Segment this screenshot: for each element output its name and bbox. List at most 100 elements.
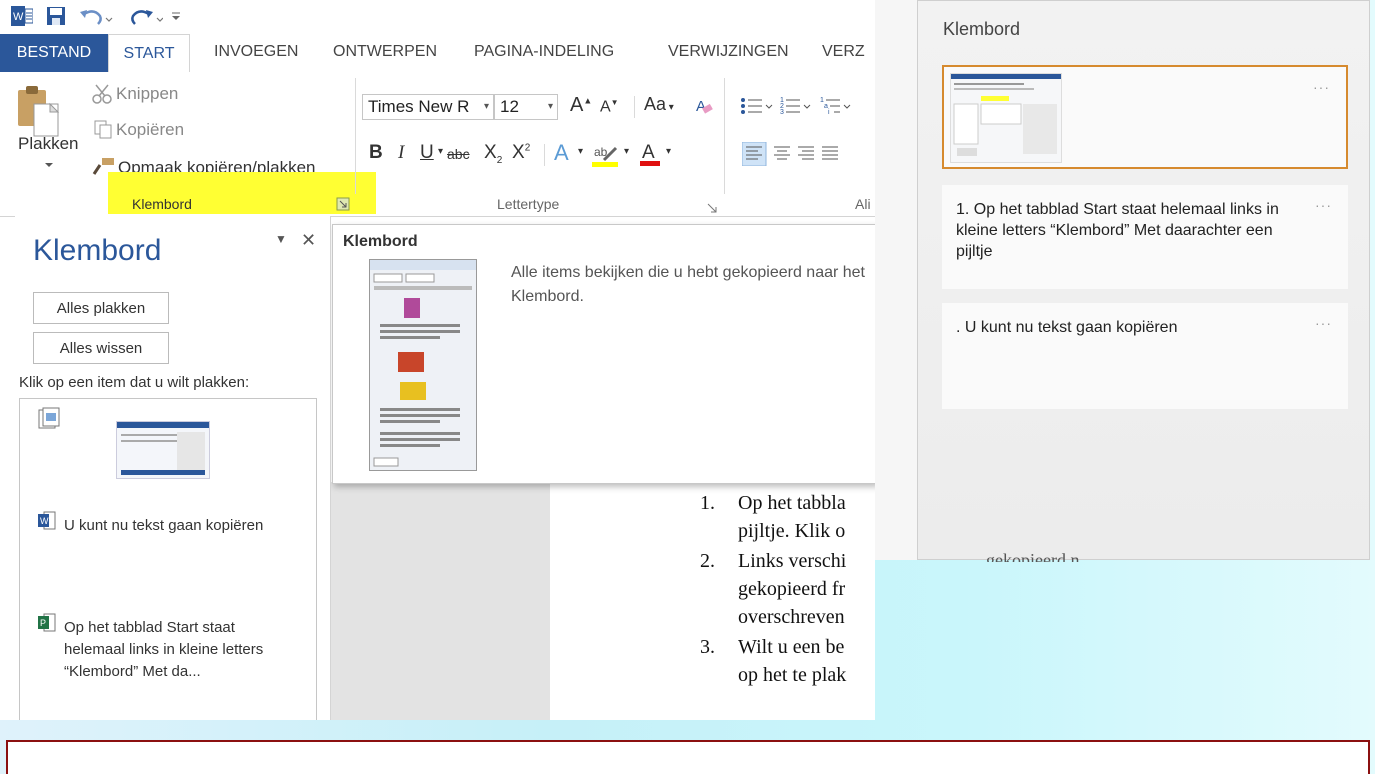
more-options-icon[interactable]: ··· [1315, 315, 1332, 331]
list-item[interactable] [116, 421, 210, 479]
text-effects-dropdown-icon[interactable]: ▾ [578, 146, 583, 157]
clipboard-group-label: Klembord [132, 196, 192, 212]
paste-all-button[interactable]: Alles plakken [33, 292, 169, 324]
tab-invoegen[interactable]: INVOEGEN [214, 43, 298, 61]
alignment-buttons [741, 141, 875, 167]
doc-line: 1. [700, 492, 715, 515]
list-buttons: 123 1ai [740, 96, 875, 118]
underlying-doc-text: gekopieerd n [986, 550, 1080, 562]
font-size-box[interactable]: 12 ▾ [494, 94, 558, 120]
clipboard-task-pane: Klembord ▼ ✕ Alles plakken Alles wissen … [15, 216, 331, 720]
font-size-value: 12 [500, 97, 519, 116]
tooltip-preview-image [369, 259, 477, 471]
font-group-label: Lettertype [497, 196, 560, 212]
word-window: W BESTAND START INVOEGEN ONTWERPEN PAGIN… [0, 0, 875, 720]
bottom-frame [6, 740, 1370, 774]
subscript-button[interactable]: X2 [484, 142, 502, 166]
undo-icon[interactable] [76, 4, 116, 28]
tab-verzendlijsten[interactable]: VERZ [822, 43, 865, 61]
font-dropdown-icon[interactable]: ▾ [484, 95, 489, 119]
font-name-value: Times New R [368, 97, 470, 116]
redo-icon[interactable] [122, 4, 164, 28]
image-item-icon [38, 407, 60, 431]
highlight-dropdown-icon[interactable]: ▾ [624, 146, 629, 157]
italic-button[interactable]: I [398, 142, 404, 164]
svg-text:W: W [40, 516, 49, 526]
doc-line: 2. [700, 550, 715, 573]
doc-line: Op het tabbla [738, 492, 846, 514]
svg-text:A: A [642, 142, 655, 163]
pane-instruction: Klik op een item dat u wilt plakken: [19, 374, 250, 391]
clear-all-button[interactable]: Alles wissen [33, 332, 169, 364]
underline-button[interactable]: U [420, 142, 434, 164]
doc-line: Wilt u een be [738, 636, 845, 658]
pane-options-icon[interactable]: ▼ [275, 232, 287, 246]
svg-text:3: 3 [780, 109, 784, 116]
tooltip-title: Klembord [343, 233, 418, 250]
more-options-icon[interactable]: ··· [1313, 79, 1330, 95]
customize-toolbar-icon[interactable] [166, 4, 186, 28]
bold-button[interactable]: B [369, 142, 383, 164]
grow-font-icon[interactable]: A▲ [570, 94, 592, 117]
strikethrough-button[interactable]: abc [447, 146, 470, 162]
save-icon[interactable] [44, 4, 68, 28]
tooltip-description: Alle items bekijken die u hebt gekopieer… [511, 264, 865, 305]
paste-icon[interactable] [14, 82, 64, 140]
highlight-color-icon[interactable]: ab [590, 142, 622, 168]
dialog-launcher-icon[interactable] [336, 197, 350, 211]
small-separator [544, 144, 545, 166]
superscript-button[interactable]: X2 [512, 142, 530, 164]
publisher-icon: P [38, 613, 56, 633]
doc-line: 3. [700, 636, 715, 659]
list-number: 3. [700, 636, 715, 658]
list-item[interactable]: Op het tabblad Start staat helemaal link… [64, 617, 264, 683]
tab-start[interactable]: START [108, 34, 190, 72]
word-icon: W [38, 511, 56, 531]
ribbon-tabs: BESTAND START INVOEGEN ONTWERPEN PAGINA-… [0, 34, 875, 72]
doc-line: op het te plak [738, 664, 847, 686]
doc-line: Links verschi [738, 550, 847, 572]
clipboard-card-text[interactable]: 1. Op het tabblad Start staat helemaal l… [942, 185, 1348, 289]
copy-button[interactable]: Kopiëren [116, 120, 184, 140]
doc-line: gekopieerd fr [738, 578, 846, 600]
doc-line: overschreven [738, 606, 845, 628]
word-logo-icon[interactable]: W [10, 4, 34, 28]
clear-formatting-icon[interactable]: A [694, 96, 714, 116]
document-page[interactable]: 1. Op het tabbla pijltje. Klik o 2. Link… [550, 482, 875, 720]
svg-text:P: P [40, 618, 46, 628]
clipboard-history-panel: Klembord ··· 1. Op het tabblad Start sta… [917, 0, 1370, 560]
card-text: . U kunt nu tekst gaan kopiëren [956, 319, 1178, 336]
more-options-icon[interactable]: ··· [1315, 197, 1332, 213]
list-item[interactable]: U kunt nu tekst gaan kopiëren [64, 515, 284, 537]
paste-button[interactable]: Plakken [18, 134, 78, 154]
font-color-icon[interactable]: A [638, 140, 664, 168]
close-icon[interactable]: ✕ [301, 230, 316, 251]
card-text: 1. Op het tabblad Start staat helemaal l… [956, 201, 1279, 260]
change-case-label: Aa [644, 94, 667, 114]
font-name-box[interactable]: Times New R ▾ [362, 94, 494, 120]
svg-text:W: W [13, 11, 24, 23]
scissors-icon [92, 84, 114, 104]
group-separator [724, 78, 725, 194]
font-dialog-launcher-icon[interactable] [707, 200, 717, 213]
cut-button[interactable]: Knippen [116, 84, 178, 104]
text-effects-icon[interactable]: A [554, 140, 569, 166]
change-case-button[interactable]: Aa ▾ [644, 94, 674, 115]
paste-dropdown-icon[interactable] [44, 156, 54, 174]
list-number: 1. [700, 492, 715, 514]
background-window-strip [875, 0, 917, 560]
size-dropdown-icon[interactable]: ▾ [548, 95, 553, 119]
tab-pagina-indeling[interactable]: PAGINA-INDELING [474, 43, 614, 61]
tab-verwijzingen[interactable]: VERWIJZINGEN [668, 43, 789, 61]
underline-dropdown-icon[interactable]: ▾ [438, 146, 443, 157]
copy-icon [94, 120, 114, 140]
ribbon: Plakken Knippen Kopiëren Opmaak kopiëren… [0, 72, 875, 217]
clipboard-card-text[interactable]: . U kunt nu tekst gaan kopiëren ··· [942, 303, 1348, 409]
paragraph-group-label: Ali [855, 196, 871, 212]
tab-bestand[interactable]: BESTAND [0, 34, 108, 72]
font-color-dropdown-icon[interactable]: ▾ [666, 146, 671, 157]
clipboard-card-image[interactable]: ··· [942, 65, 1348, 169]
pane-title: Klembord [33, 234, 162, 267]
tab-ontwerpen[interactable]: ONTWERPEN [333, 43, 437, 61]
shrink-font-icon[interactable]: A▼ [600, 98, 619, 116]
